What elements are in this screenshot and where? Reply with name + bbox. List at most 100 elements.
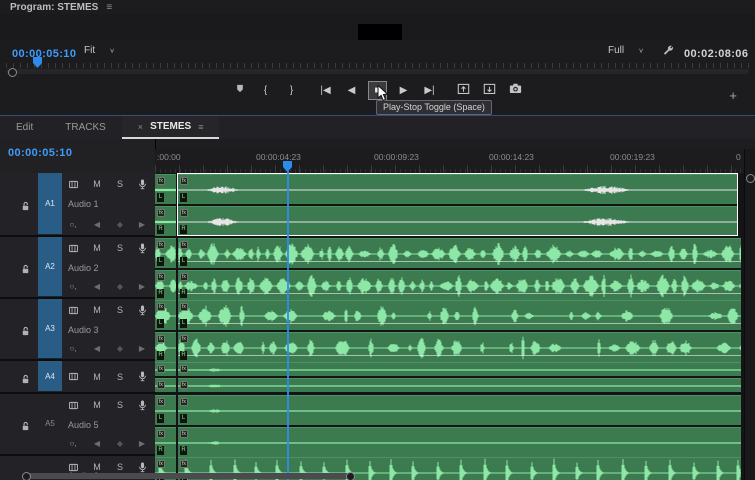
add-keyframe-button[interactable]: ○,	[66, 219, 80, 229]
volume-rubber-band[interactable]	[178, 323, 741, 324]
go-to-in-button[interactable]: |◀	[317, 82, 334, 99]
add-keyframe-button[interactable]: ○,	[66, 438, 80, 448]
audio-clip[interactable]: fx	[155, 378, 176, 392]
audio-clip[interactable]: fxR	[155, 427, 176, 457]
keyframe-next-button[interactable]: ▶	[135, 281, 149, 291]
program-zoom-scrollbar[interactable]	[6, 69, 749, 74]
audio-clip[interactable]: fxL	[178, 300, 741, 330]
sync-lock-icon[interactable]	[66, 178, 80, 190]
lift-button[interactable]	[455, 82, 472, 99]
mute-button[interactable]: M	[90, 399, 104, 411]
vertical-scrollbar-handle[interactable]	[746, 174, 755, 183]
button-editor-add-button[interactable]: +	[729, 88, 737, 103]
add-keyframe-button[interactable]: ○,	[66, 281, 80, 291]
voiceover-record-button[interactable]	[135, 461, 149, 473]
sync-lock-icon[interactable]	[66, 242, 80, 254]
tab-tracks[interactable]: TRACKS	[49, 116, 122, 139]
zoom-scrollbar-handle[interactable]	[8, 68, 17, 77]
audio-clip[interactable]: fxR	[178, 427, 741, 457]
mute-button[interactable]: M	[90, 371, 104, 383]
panel-menu-icon[interactable]: ≡	[198, 122, 203, 132]
audio-clip[interactable]: fxL	[178, 238, 741, 268]
mark-in-button[interactable]: {	[257, 82, 274, 99]
keyframe-next-button[interactable]: ▶	[135, 343, 149, 353]
mute-button[interactable]: M	[90, 178, 104, 190]
voiceover-record-button[interactable]	[135, 399, 149, 411]
sync-lock-icon[interactable]	[66, 371, 80, 383]
keyframe-prev-button[interactable]: ◀	[90, 343, 104, 353]
lock-icon[interactable]	[20, 199, 31, 217]
keyframe-prev-button[interactable]: ◀	[90, 219, 104, 229]
audio-clip[interactable]: fxR	[155, 206, 176, 236]
audio-clip[interactable]: fx	[155, 362, 176, 376]
sync-lock-icon[interactable]	[66, 304, 80, 316]
vertical-scrollbar[interactable]	[744, 149, 755, 480]
camera-icon	[509, 82, 522, 98]
mark-out-button[interactable]: }	[283, 82, 300, 99]
scrollbar-right-handle[interactable]	[346, 472, 355, 480]
audio-clip[interactable]: fx	[178, 378, 741, 392]
voiceover-record-button[interactable]	[135, 371, 149, 383]
sync-lock-icon[interactable]	[66, 399, 80, 411]
mute-button[interactable]: M	[90, 242, 104, 254]
timeline-playhead-line[interactable]	[287, 171, 289, 480]
track-headers: A1MSAudio 1○,◀◆▶A2MSAudio 2○,◀◆▶A3MSAudi…	[0, 173, 155, 480]
audio-clip[interactable]: fxL	[155, 174, 176, 204]
audio-clip[interactable]: fxL	[155, 238, 176, 268]
audio-clip[interactable]: fxR	[178, 332, 741, 362]
source-patch-toggle[interactable]: A1	[38, 173, 62, 234]
solo-button[interactable]: S	[113, 304, 127, 316]
program-seek-ruler[interactable]	[6, 57, 749, 68]
mute-button[interactable]: M	[90, 304, 104, 316]
tab-edit[interactable]: Edit	[0, 116, 49, 139]
source-patch-toggle[interactable]: A3	[38, 299, 62, 358]
voiceover-record-button[interactable]	[135, 304, 149, 316]
lock-icon[interactable]	[20, 419, 31, 437]
voiceover-record-button[interactable]	[135, 242, 149, 254]
solo-button[interactable]: S	[113, 461, 127, 473]
audio-clip[interactable]: fxL	[155, 395, 176, 425]
lock-icon[interactable]	[20, 324, 31, 342]
volume-rubber-band[interactable]	[178, 355, 741, 356]
solo-button[interactable]: S	[113, 178, 127, 190]
export-frame-button[interactable]	[507, 82, 524, 99]
source-patch-toggle[interactable]: A2	[38, 237, 62, 296]
lock-icon[interactable]	[20, 262, 31, 280]
zoom-level-select[interactable]: Fit ∨	[84, 45, 115, 56]
timeline-ruler[interactable]: :00:0000:00:04:2300:00:09:2300:00:14:230…	[155, 149, 745, 174]
solo-button[interactable]: S	[113, 242, 127, 254]
timeline-current-timecode[interactable]: 00:00:05:10	[8, 147, 72, 159]
close-icon[interactable]: ×	[138, 122, 143, 132]
extract-button[interactable]	[481, 82, 498, 99]
fx-badge: fx	[157, 398, 165, 406]
lock-icon[interactable]	[20, 372, 31, 390]
go-to-out-button[interactable]: ▶|	[421, 82, 438, 99]
scrollbar-left-handle[interactable]	[22, 472, 31, 480]
panel-menu-icon[interactable]: ≡	[106, 2, 112, 13]
step-back-button[interactable]: ◀	[343, 82, 360, 99]
audio-clip[interactable]: fxL	[155, 300, 176, 330]
solo-button[interactable]: S	[113, 399, 127, 411]
keyframe-prev-button[interactable]: ◀	[90, 281, 104, 291]
playback-quality-select[interactable]: Full ∨	[608, 45, 644, 56]
audio-clip[interactable]: fxR	[155, 332, 176, 362]
audio-clip[interactable]: fxL	[178, 395, 741, 425]
volume-rubber-band[interactable]	[178, 293, 741, 294]
step-forward-button[interactable]: ▶	[395, 82, 412, 99]
audio-clip[interactable]: fxR	[155, 270, 176, 300]
tab-stemes[interactable]: × STEMES ≡	[122, 116, 220, 139]
source-patch-toggle[interactable]: A4	[38, 361, 62, 391]
voiceover-record-button[interactable]	[135, 178, 149, 190]
horizontal-scrollbar[interactable]	[25, 473, 352, 479]
source-patch-toggle[interactable]: A5	[38, 394, 62, 453]
volume-rubber-band[interactable]	[178, 261, 741, 262]
add-keyframe-button[interactable]: ○,	[66, 343, 80, 353]
track-clip-row: fxfxfxfx	[155, 361, 745, 394]
audio-clip[interactable]: fxR	[178, 270, 741, 300]
solo-button[interactable]: S	[113, 371, 127, 383]
add-marker-button[interactable]	[231, 82, 248, 99]
keyframe-next-button[interactable]: ▶	[135, 438, 149, 448]
keyframe-next-button[interactable]: ▶	[135, 219, 149, 229]
keyframe-prev-button[interactable]: ◀	[90, 438, 104, 448]
audio-clip[interactable]: fx	[178, 362, 741, 376]
